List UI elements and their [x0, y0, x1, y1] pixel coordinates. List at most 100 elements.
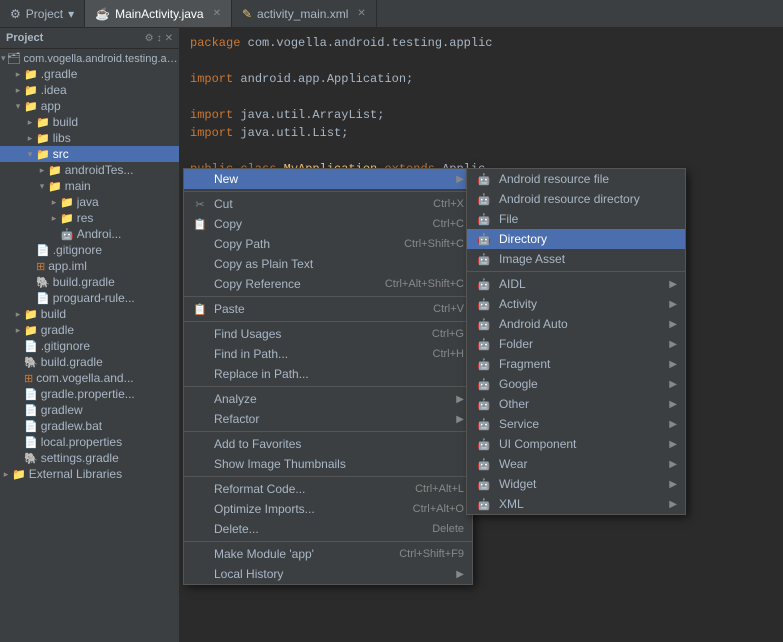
tree-item-external-libs[interactable]: ▸ 📁 External Libraries	[0, 466, 179, 482]
submenu-widget[interactable]: 🤖 Widget ▶	[467, 474, 685, 494]
cut-icon: ✂	[192, 198, 208, 211]
project-tab-icon: ⚙	[10, 7, 21, 21]
submenu-android-resource-file[interactable]: 🤖 Android resource file	[467, 169, 685, 189]
tree-item-idea[interactable]: ▸ 📁 .idea	[0, 82, 179, 98]
context-menu-copy-plain[interactable]: Copy as Plain Text	[184, 254, 472, 274]
gear-icon[interactable]: ⚙	[145, 33, 154, 44]
activity-main-close-icon[interactable]: ✕	[357, 8, 365, 19]
tree-label-gradlew-bat: gradlew.bat	[41, 419, 102, 433]
tree-label-settings-gradle: settings.gradle	[41, 451, 119, 465]
gradle-icon: 🐘	[24, 356, 38, 369]
tree-item-gradle[interactable]: ▸ 📁 .gradle	[0, 66, 179, 82]
tree-item-local-properties[interactable]: 📄 local.properties	[0, 434, 179, 450]
tree-item-build-dir[interactable]: ▸ 📁 build	[0, 306, 179, 322]
context-menu-refactor[interactable]: Refactor ▶	[184, 409, 472, 429]
submenu-google[interactable]: 🤖 Google ▶	[467, 374, 685, 394]
submenu-aidl[interactable]: 🤖 AIDL ▶	[467, 274, 685, 294]
context-menu-make-module-label: Make Module 'app'	[214, 547, 314, 561]
tree-item-libs[interactable]: ▸ 📁 libs	[0, 130, 179, 146]
code-line-7	[190, 142, 773, 160]
tree-item-gradlew[interactable]: 📄 gradlew	[0, 402, 179, 418]
analyze-arrow-icon: ▶	[456, 394, 464, 405]
reformat-shortcut: Ctrl+Alt+L	[415, 483, 464, 495]
submenu-wear[interactable]: 🤖 Wear ▶	[467, 454, 685, 474]
tree-item-gitignore-app[interactable]: 📄 .gitignore	[0, 242, 179, 258]
context-menu-refactor-label: Refactor	[214, 412, 259, 426]
tree-item-java[interactable]: ▸ 📁 java	[0, 194, 179, 210]
tree-item-gradle-properties[interactable]: 📄 gradle.propertie...	[0, 386, 179, 402]
sort-icon[interactable]: ↕	[157, 33, 162, 44]
file-icon: 📄	[36, 292, 50, 305]
tree-item-src[interactable]: ▾ 📁 src	[0, 146, 179, 162]
tree-item-manifest[interactable]: 🤖 Androi...	[0, 226, 179, 242]
context-menu-replace-path[interactable]: Replace in Path...	[184, 364, 472, 384]
submenu-image-asset[interactable]: 🤖 Image Asset	[467, 249, 685, 269]
tree-item-androidtest[interactable]: ▸ 📁 androidTes...	[0, 162, 179, 178]
tree-arrow: ▸	[24, 117, 36, 128]
tree-item-build-gradle[interactable]: 🐘 build.gradle	[0, 274, 179, 290]
tree-arrow: ▸	[36, 165, 48, 176]
xml-arrow-icon: ▶	[669, 499, 677, 510]
context-menu-delete[interactable]: Delete... Delete	[184, 519, 472, 539]
folder-new-icon: 🤖	[475, 338, 493, 351]
tree-item-app[interactable]: ▾ 📁 app	[0, 98, 179, 114]
submenu-file[interactable]: 🤖 File	[467, 209, 685, 229]
context-menu-show-image[interactable]: Show Image Thumbnails	[184, 454, 472, 474]
submenu-service[interactable]: 🤖 Service ▶	[467, 414, 685, 434]
folder-icon: 📁	[24, 324, 38, 337]
context-menu-reformat[interactable]: Reformat Code... Ctrl+Alt+L	[184, 479, 472, 499]
ui-component-arrow-icon: ▶	[669, 439, 677, 450]
submenu-directory[interactable]: 🤖 Directory	[467, 229, 685, 249]
tree-item-main[interactable]: ▾ 📁 main	[0, 178, 179, 194]
tree-item-vogella[interactable]: ⊞ com.vogella.and...	[0, 370, 179, 386]
folder-icon: 📁	[60, 196, 74, 209]
tree-item-gitignore-root[interactable]: 📄 .gitignore	[0, 338, 179, 354]
tree-item-build[interactable]: ▸ 📁 build	[0, 114, 179, 130]
submenu-fragment[interactable]: 🤖 Fragment ▶	[467, 354, 685, 374]
separator-4	[184, 386, 472, 387]
tree-item-app-iml[interactable]: ⊞ app.iml	[0, 258, 179, 274]
close-panel-icon[interactable]: ✕	[165, 33, 173, 44]
tree-item-build-gradle-root[interactable]: 🐘 build.gradle	[0, 354, 179, 370]
copy-icon: 📋	[192, 218, 208, 231]
tree-item-root[interactable]: ▾ 🗂 com.vogella.android.testing.applicat…	[0, 51, 179, 66]
context-menu-optimize[interactable]: Optimize Imports... Ctrl+Alt+O	[184, 499, 472, 519]
context-menu-new[interactable]: New ▶	[184, 169, 472, 189]
context-menu-copy[interactable]: 📋 Copy Ctrl+C	[184, 214, 472, 234]
context-menu-paste[interactable]: 📋 Paste Ctrl+V	[184, 299, 472, 319]
aidl-icon: 🤖	[475, 278, 493, 291]
tree-item-proguard[interactable]: 📄 proguard-rule...	[0, 290, 179, 306]
context-menu-copy-path[interactable]: Copy Path Ctrl+Shift+C	[184, 234, 472, 254]
context-menu-add-favorites[interactable]: Add to Favorites	[184, 434, 472, 454]
tree-item-res[interactable]: ▸ 📁 res	[0, 210, 179, 226]
submenu-activity[interactable]: 🤖 Activity ▶	[467, 294, 685, 314]
submenu-android-auto[interactable]: 🤖 Android Auto ▶	[467, 314, 685, 334]
submenu-ui-component[interactable]: 🤖 UI Component ▶	[467, 434, 685, 454]
tree-item-settings-gradle[interactable]: 🐘 settings.gradle	[0, 450, 179, 466]
folder-icon: 📁	[60, 212, 74, 225]
context-menu-make-module[interactable]: Make Module 'app' Ctrl+Shift+F9	[184, 544, 472, 564]
tree-label-main: main	[65, 179, 91, 193]
wear-icon: 🤖	[475, 458, 493, 471]
main-activity-tab-label: MainActivity.java	[115, 7, 203, 21]
tree-item-gradlew-bat[interactable]: 📄 gradlew.bat	[0, 418, 179, 434]
project-header-icons: ⚙ ↕ ✕	[145, 33, 173, 44]
tab-activity-main[interactable]: ✎ activity_main.xml ✕	[232, 0, 377, 27]
context-menu-local-history[interactable]: Local History ▶	[184, 564, 472, 584]
submenu-other[interactable]: 🤖 Other ▶	[467, 394, 685, 414]
main-activity-close-icon[interactable]: ✕	[213, 8, 221, 19]
code-line-6: import java.util.List;	[190, 124, 773, 142]
context-menu-find-usages[interactable]: Find Usages Ctrl+G	[184, 324, 472, 344]
context-menu-copy-reference[interactable]: Copy Reference Ctrl+Alt+Shift+C	[184, 274, 472, 294]
tab-main-activity[interactable]: ☕ MainActivity.java ✕	[85, 0, 232, 27]
submenu-folder[interactable]: 🤖 Folder ▶	[467, 334, 685, 354]
submenu-xml[interactable]: 🤖 XML ▶	[467, 494, 685, 514]
tab-project[interactable]: ⚙ Project ▾	[0, 0, 85, 27]
tree-item-gradle-dir[interactable]: ▸ 📁 gradle	[0, 322, 179, 338]
context-menu-reformat-label: Reformat Code...	[214, 482, 305, 496]
google-arrow-icon: ▶	[669, 379, 677, 390]
context-menu-analyze[interactable]: Analyze ▶	[184, 389, 472, 409]
context-menu-find-path[interactable]: Find in Path... Ctrl+H	[184, 344, 472, 364]
submenu-android-resource-dir[interactable]: 🤖 Android resource directory	[467, 189, 685, 209]
context-menu-cut[interactable]: ✂ Cut Ctrl+X	[184, 194, 472, 214]
